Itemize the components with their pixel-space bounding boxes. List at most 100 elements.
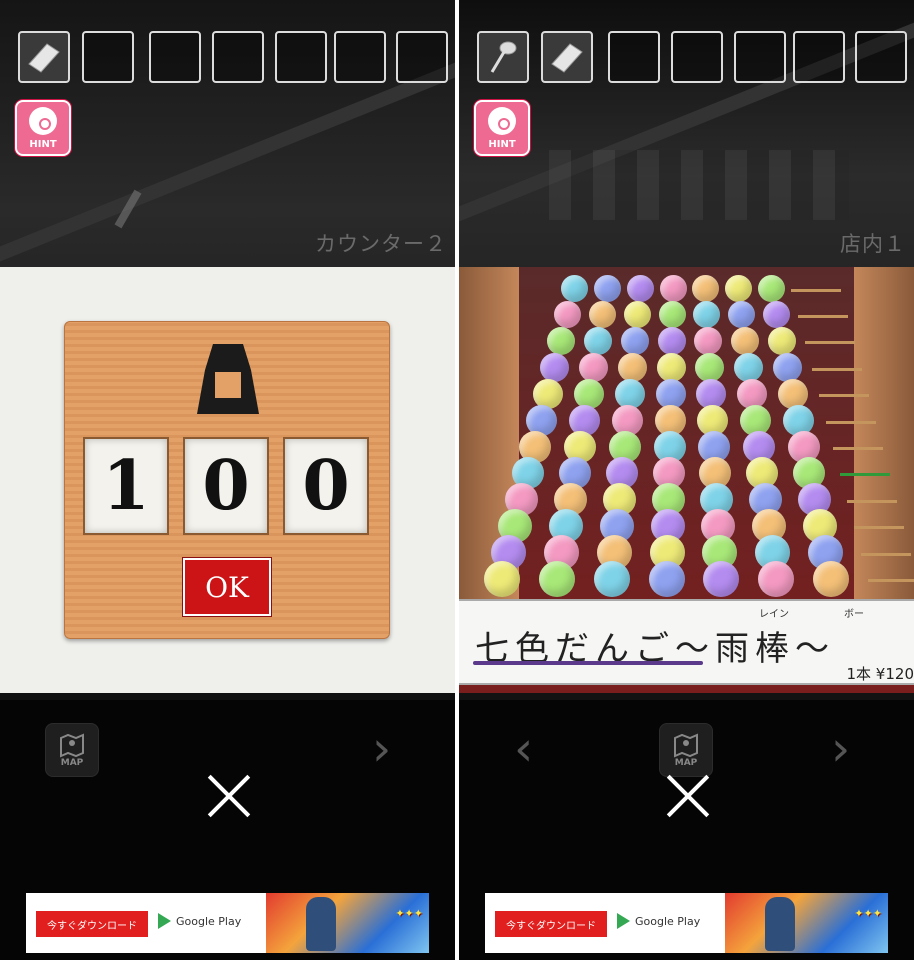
inventory-slot-7[interactable] — [855, 31, 907, 83]
map-button[interactable]: MAP — [45, 723, 99, 777]
ad-banner[interactable]: 今すぐダウンロード Google Play ✦✦✦ — [485, 893, 888, 953]
dango-ball — [657, 327, 686, 355]
dango-ball — [778, 379, 809, 409]
wooden-lock-board: 1 0 0 OK — [64, 321, 390, 639]
dango-stick — [805, 341, 855, 344]
dango-ball — [484, 561, 520, 597]
dango-ball — [728, 301, 756, 328]
dango-ball — [725, 275, 753, 302]
google-play-label: Google Play — [635, 914, 701, 928]
dango-ball — [593, 275, 621, 302]
dango-ball — [703, 561, 740, 597]
close-icon[interactable] — [664, 772, 712, 820]
dango-stick — [868, 579, 914, 582]
dango-ball — [554, 301, 581, 328]
hint-button[interactable]: HINT — [474, 100, 530, 156]
ad-banner[interactable]: 今すぐダウンロード Google Play ✦✦✦ — [26, 893, 429, 953]
ad-game-logo: ✦✦✦ — [854, 907, 882, 920]
paper-item-icon — [28, 43, 60, 73]
sign-price: 1本 ¥120 — [846, 665, 914, 683]
map-label: MAP — [674, 758, 698, 768]
dango-ball — [656, 353, 686, 382]
dango-ball — [731, 327, 760, 355]
sign-underline — [473, 661, 703, 665]
map-icon — [674, 733, 698, 758]
ruby-rain: レイン — [759, 609, 789, 620]
nav-right-arrow-icon[interactable]: › — [372, 725, 391, 773]
close-icon[interactable] — [205, 772, 253, 820]
inventory-slot-2[interactable] — [82, 31, 134, 83]
hint-button[interactable]: HINT — [15, 100, 71, 156]
dango-ball — [573, 379, 604, 409]
dango-ball — [659, 275, 687, 302]
dango-ball — [758, 561, 795, 597]
ruby-bo: ボー — [844, 609, 864, 620]
dango-stick — [791, 288, 841, 292]
dango-ball — [620, 327, 649, 355]
digit-dial-2[interactable]: 0 — [183, 437, 269, 535]
digit-dial-3[interactable]: 0 — [283, 437, 369, 535]
dango-stick — [847, 499, 897, 503]
left-screen: HINT カウンター２ 1 0 0 OK MAP › 今すぐダウンロード Goo… — [0, 0, 455, 960]
dango-ball — [583, 327, 612, 355]
dango-ball — [593, 561, 630, 597]
nav-right-arrow-icon[interactable]: › — [831, 725, 850, 773]
tray-edge-right — [854, 267, 914, 607]
inventory-slot-2[interactable] — [541, 31, 593, 83]
google-play-icon — [617, 913, 630, 929]
ad-download-button[interactable]: 今すぐダウンロード — [495, 911, 607, 937]
inventory-slot-6[interactable] — [334, 31, 386, 83]
dango-ball — [561, 275, 588, 302]
paper-item-icon — [551, 43, 583, 73]
inventory-slot-3[interactable] — [608, 31, 660, 83]
map-icon — [60, 733, 84, 758]
ad-artwork: ✦✦✦ — [266, 893, 429, 953]
dango-ball — [578, 353, 608, 382]
map-button[interactable]: MAP — [659, 723, 713, 777]
ad-google-play: Google Play — [158, 913, 241, 929]
dango-ball — [692, 275, 720, 302]
dango-ball — [588, 301, 616, 328]
dango-stick — [798, 314, 848, 318]
inventory-slot-3[interactable] — [149, 31, 201, 83]
location-label: カウンター２ — [315, 232, 447, 256]
ad-artwork: ✦✦✦ — [725, 893, 888, 953]
digit-dial-1[interactable]: 1 — [83, 437, 169, 535]
dango-ball — [540, 353, 569, 382]
inventory-slot-4[interactable] — [212, 31, 264, 83]
dango-stick — [819, 394, 869, 397]
dango-stick — [854, 526, 904, 529]
nav-left-arrow-icon[interactable]: ‹ — [514, 725, 533, 773]
hint-label: HINT — [29, 139, 57, 150]
google-play-label: Google Play — [176, 914, 242, 928]
inventory-slot-1[interactable] — [477, 31, 529, 83]
dango-ball — [813, 561, 850, 597]
ladle-item-icon — [490, 41, 517, 73]
lock-zoom-view: 1 0 0 OK — [0, 267, 455, 693]
ad-download-button[interactable]: 今すぐダウンロード — [36, 911, 148, 937]
dango-ball — [693, 301, 721, 328]
dango-ball — [648, 561, 685, 597]
ad-google-play: Google Play — [617, 913, 700, 929]
lightbulb-icon — [29, 107, 57, 135]
dango-ball — [547, 327, 575, 355]
dango-ball — [617, 353, 647, 382]
dango-stick — [826, 420, 876, 424]
dango-tray-view: レイン ボー 七色だんご～雨棒～ 1本 ¥120 — [459, 267, 914, 693]
inventory-slot-5[interactable] — [275, 31, 327, 83]
location-label: 店内１ — [840, 232, 906, 256]
inventory-slot-1[interactable] — [18, 31, 70, 83]
inventory-slot-6[interactable] — [793, 31, 845, 83]
inventory-slot-7[interactable] — [396, 31, 448, 83]
ok-button[interactable]: OK — [182, 557, 272, 617]
dango-stick — [840, 473, 890, 476]
inventory-slot-5[interactable] — [734, 31, 786, 83]
google-play-icon — [158, 913, 171, 929]
hint-label: HINT — [488, 139, 516, 150]
dango-stick — [812, 367, 862, 371]
dango-ball — [763, 301, 791, 328]
inventory-slot-4[interactable] — [671, 31, 723, 83]
dango-ball — [694, 327, 723, 355]
dango-sign: レイン ボー 七色だんご～雨棒～ 1本 ¥120 — [459, 599, 914, 685]
dango-ball — [758, 275, 786, 302]
